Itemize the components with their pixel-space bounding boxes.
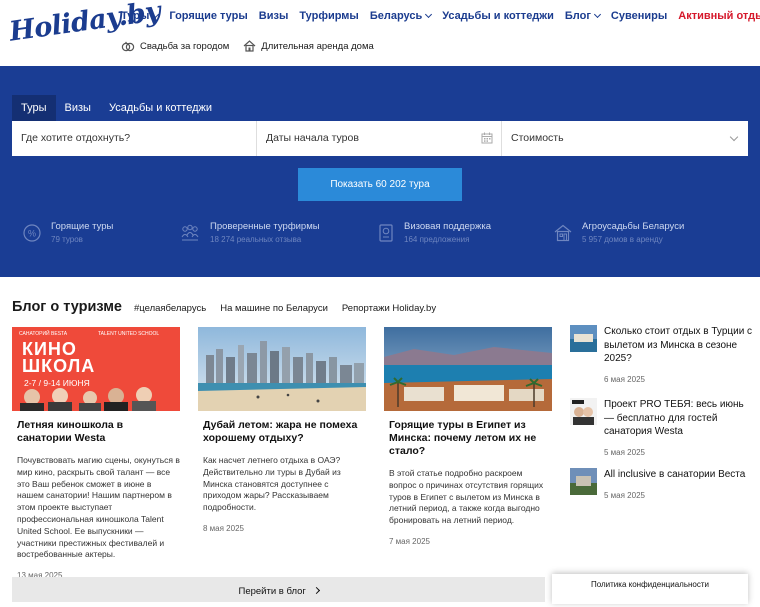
image-headline: ШКОЛА — [22, 356, 96, 376]
feature-title: Горящие туры — [51, 221, 114, 232]
search-hero: Туры Визы Усадьбы и коттеджи Где хотите … — [0, 66, 760, 277]
nav-item-belarus[interactable]: Беларусь — [370, 9, 433, 23]
tab-visas[interactable]: Визы — [56, 95, 100, 121]
card-image-kino: САНАТОРИЙ ВЕSTA TALENT UNITED SCHOOL КИН… — [12, 327, 180, 411]
feature-subtitle: 79 туров — [51, 235, 83, 244]
destination-input[interactable]: Где хотите отдохнуть? — [12, 121, 257, 156]
rings-icon — [121, 41, 135, 52]
calendar-icon — [481, 132, 493, 144]
image-caption: TALENT UNITED SCHOOL — [98, 331, 160, 337]
feature-subtitle: 5 957 домов в аренду — [582, 235, 663, 244]
egypt-photo — [384, 327, 552, 411]
article-thumbnail — [570, 468, 597, 495]
people-icon — [181, 224, 199, 241]
blog-header: Блог о туризме #целаябеларусь На машине … — [12, 299, 450, 315]
tab-tours[interactable]: Туры — [12, 95, 56, 121]
nav-item-hot-tours[interactable]: Горящие туры — [169, 9, 247, 23]
percent-icon: % — [23, 224, 41, 242]
side-article-date: 5 мая 2025 — [604, 490, 645, 500]
chevron-down-icon — [729, 132, 739, 142]
nav-item-active-rest[interactable]: Активный отдых — [678, 9, 760, 23]
logo-text: Holiday.by — [7, 0, 163, 48]
chevron-down-icon — [593, 10, 601, 19]
side-article-date: 5 мая 2025 — [604, 447, 645, 457]
chevron-down-icon — [152, 10, 160, 19]
passport-icon — [379, 224, 393, 242]
side-article[interactable]: Сколько стоит отдых в Турции с вылетом и… — [570, 325, 755, 384]
site-header: Holiday.by Туры Горящие туры Визы Турфир… — [0, 0, 760, 66]
image-caption: САНАТОРИЙ ВЕSTA — [19, 331, 68, 337]
card-title[interactable]: Дубай летом: жара не помеха хорошему отд… — [198, 419, 366, 445]
blog-card[interactable]: САНАТОРИЙ ВЕSTA TALENT UNITED SCHOOL КИН… — [12, 327, 180, 580]
blog-title: Блог о туризме — [12, 299, 122, 315]
blog-card[interactable]: Горящие туры в Египет из Минска: почему … — [384, 327, 552, 546]
card-excerpt: Как насчет летнего отдыха в ОАЭ? Действи… — [203, 455, 341, 513]
side-article-title: Сколько стоит отдых в Турции с вылетом и… — [604, 326, 753, 364]
svg-text:%: % — [28, 229, 36, 239]
nav-item-cottages[interactable]: Усадьбы и коттеджи — [442, 9, 554, 23]
feature-title: Агроусадьбы Беларуси — [582, 221, 685, 232]
blog-tag[interactable]: Репортажи Holiday.by — [342, 303, 436, 314]
feature-title: Визовая поддержка — [404, 221, 492, 232]
card-excerpt: В этой статье подробно раскроем вопрос о… — [389, 468, 544, 526]
dates-input[interactable]: Даты начала туров — [257, 121, 502, 156]
nav-item-visas[interactable]: Визы — [259, 9, 289, 23]
feature-subtitle: 18 274 реальных отзыва — [210, 235, 302, 244]
blog-tag[interactable]: На машине по Беларуси — [220, 303, 328, 314]
article-thumbnail — [570, 325, 597, 352]
card-date: 8 мая 2025 — [203, 523, 244, 533]
feature-subtitle: 164 предложения — [404, 235, 470, 244]
main-nav: Туры Горящие туры Визы Турфирмы Беларусь… — [121, 9, 760, 23]
people-photo — [12, 387, 180, 411]
feature-agro[interactable]: Агроусадьбы Беларуси 5 957 домов в аренду — [554, 221, 684, 244]
go-to-blog-button[interactable]: Перейти в блог — [12, 577, 545, 602]
search-bar: Где хотите отдохнуть? Даты начала туров … — [12, 121, 748, 156]
side-article[interactable]: Проект PRO ТЕБЯ: весь июнь — бесплатно д… — [570, 398, 755, 457]
subnav-long-rent[interactable]: Длительная аренда дома — [243, 40, 374, 52]
nav-item-tours[interactable]: Туры — [121, 9, 160, 23]
search-tabs: Туры Визы Усадьбы и коттеджи — [12, 95, 221, 121]
feature-title: Проверенные турфирмы — [210, 221, 320, 232]
card-date: 7 мая 2025 — [389, 536, 430, 546]
sub-nav: Свадьба за городом Длительная аренда дом… — [121, 40, 374, 52]
feature-agencies[interactable]: Проверенные турфирмы 18 274 реальных отзы… — [180, 221, 320, 244]
feature-hot-tours[interactable]: % Горящие туры 79 туров — [23, 221, 113, 244]
side-article[interactable]: All inclusive в санатории Веста 5 мая 20… — [570, 468, 755, 500]
dubai-photo — [198, 327, 366, 411]
chevron-right-icon — [312, 586, 320, 595]
features-strip: % Горящие туры 79 туров Проверенные турфи… — [23, 221, 723, 251]
nav-item-agencies[interactable]: Турфирмы — [299, 9, 359, 23]
blog-card[interactable]: Дубай летом: жара не помеха хорошему отд… — [198, 327, 366, 533]
nav-item-blog[interactable]: Блог — [565, 9, 601, 23]
subnav-wedding[interactable]: Свадьба за городом — [121, 40, 229, 52]
tab-cottages[interactable]: Усадьбы и коттеджи — [100, 95, 221, 121]
house-icon — [243, 40, 256, 52]
site-logo[interactable]: Holiday.by — [7, 0, 163, 60]
card-title[interactable]: Летняя киношкола в санатории Westa — [12, 419, 180, 445]
card-image-egypt — [384, 327, 552, 411]
house-icon — [554, 224, 572, 242]
blog-tag[interactable]: #целаябеларусь — [134, 303, 206, 314]
card-excerpt: Почувствовать магию сцены, окунуться в м… — [17, 455, 180, 560]
price-select[interactable]: Стоимость — [502, 121, 748, 156]
card-image-dubai — [198, 327, 366, 411]
show-tours-button[interactable]: Показать 60 202 тура — [298, 168, 462, 201]
card-title[interactable]: Горящие туры в Египет из Минска: почему … — [384, 419, 552, 458]
article-thumbnail — [570, 398, 597, 425]
side-article-title: All inclusive в санатории Веста — [604, 469, 746, 480]
chevron-down-icon — [425, 10, 433, 19]
side-article-date: 6 мая 2025 — [604, 374, 645, 384]
side-article-title: Проект PRO ТЕБЯ: весь июнь — бесплатно д… — [604, 399, 744, 437]
feature-visa[interactable]: Визовая поддержка 164 предложения — [378, 221, 491, 244]
nav-item-souvenirs[interactable]: Сувениры — [611, 9, 667, 23]
